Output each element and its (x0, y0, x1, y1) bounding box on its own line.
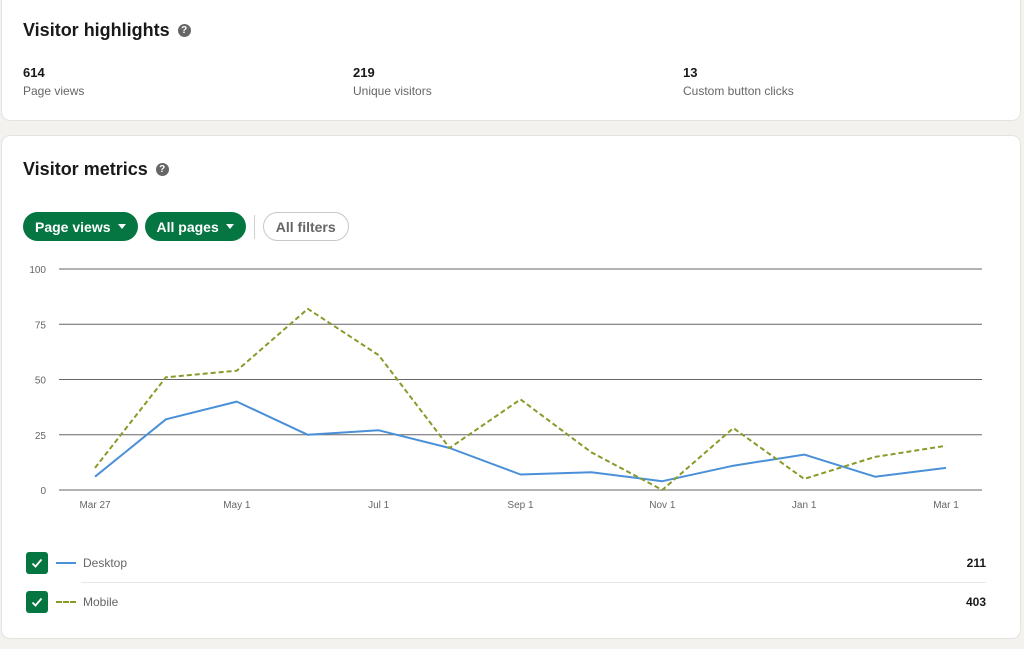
stat-label: Unique visitors (353, 84, 432, 98)
y-tick-label: 25 (35, 431, 47, 442)
stat-value: 614 (23, 65, 45, 80)
desktop-checkbox[interactable] (26, 551, 48, 574)
stat-custom-button-clicks: 13 Custom button clicks (683, 65, 794, 98)
x-tick-label: May 1 (223, 500, 251, 511)
stat-value: 13 (683, 65, 698, 80)
y-tick-label: 100 (29, 265, 46, 276)
stat-page-views: 614 Page views (23, 65, 84, 98)
y-tick-label: 0 (40, 486, 46, 497)
legend-label: Mobile (83, 595, 119, 609)
x-tick-label: Mar 1 (933, 500, 959, 511)
line-chart: 0 25 50 75 100 Mar 27 May 1 Jul 1 Sep 1 Nov 1 Jan … (29, 265, 982, 511)
checkmark-icon (31, 597, 43, 607)
x-tick-label: Mar 27 (79, 500, 111, 511)
y-tick-label: 50 (35, 376, 47, 387)
visitor-metrics-card: Visitor metrics ? Page views All pages A… (2, 136, 1020, 638)
x-tick-label: Jan 1 (792, 500, 817, 511)
stat-label: Page views (23, 84, 85, 98)
x-tick-label: Nov 1 (649, 500, 676, 511)
legend-total: 403 (965, 595, 986, 609)
chart-legend: Desktop 211 Mobile 403 (26, 543, 986, 621)
legend-item-mobile: Mobile 403 (26, 582, 986, 621)
highlights-title: Visitor highlights ? (23, 20, 191, 41)
visitor-highlights-card: Visitor highlights ? 614 Page views 219 … (2, 0, 1020, 120)
mobile-checkbox[interactable] (26, 591, 48, 613)
legend-total: 211 (966, 555, 986, 570)
stat-value: 219 (353, 65, 375, 80)
series-line-desktop (94, 400, 947, 483)
stat-unique-visitors: 219 Unique visitors (353, 65, 432, 98)
question-circle-icon[interactable]: ? (177, 24, 191, 37)
y-tick-label: 75 (35, 320, 47, 331)
desktop-line-swatch (56, 561, 76, 564)
mobile-line-swatch (56, 601, 76, 603)
highlights-title-text: Visitor highlights (23, 20, 170, 40)
legend-item-desktop: Desktop 211 (26, 543, 986, 582)
x-tick-label: Sep 1 (507, 500, 534, 511)
checkmark-icon (31, 558, 43, 568)
stat-label: Custom button clicks (683, 84, 794, 98)
x-tick-label: Jul 1 (368, 500, 390, 511)
legend-label: Desktop (83, 555, 128, 570)
